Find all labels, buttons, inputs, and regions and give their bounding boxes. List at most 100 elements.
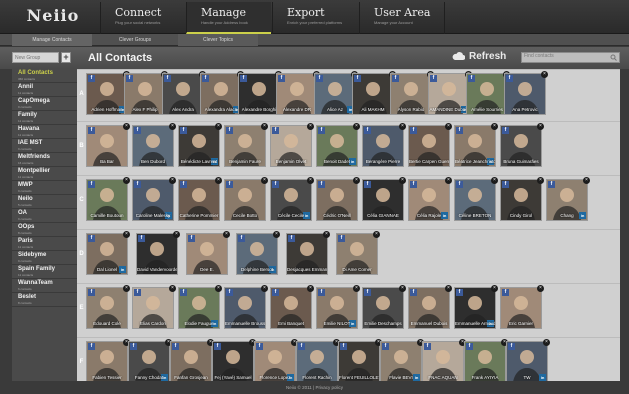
remove-contact-icon[interactable]: × — [273, 231, 280, 238]
tab-clever-groups[interactable]: Clever Groups — [95, 34, 175, 46]
contact-card[interactable]: f × Céline BRETON — [454, 177, 498, 221]
search-field[interactable]: Find contacts — [521, 52, 620, 63]
contact-card[interactable]: f × Edouard Cole — [86, 285, 130, 329]
contact-card[interactable]: fin×AMANDINE Dubois — [428, 71, 472, 115]
contact-card[interactable]: f × Frank AYIYIA — [464, 339, 508, 381]
sidebar-group-item[interactable]: CapOmega 9 contacts — [12, 97, 77, 111]
contact-card[interactable]: f in × Flavie BEVI — [380, 339, 424, 381]
contact-card[interactable]: f × Emilie Deschamps — [362, 285, 406, 329]
contact-card[interactable]: fin×Alexandra Alacn — [200, 71, 244, 115]
contact-card[interactable]: f × Florent Rachin — [296, 339, 340, 381]
refresh-button[interactable]: Refresh — [452, 51, 506, 65]
remove-contact-icon[interactable]: × — [445, 123, 452, 130]
contact-card[interactable]: f × Camille Boutoun — [86, 177, 130, 221]
contact-card[interactable]: f × Emi Banquet — [270, 285, 314, 329]
remove-contact-icon[interactable]: × — [353, 285, 360, 292]
contact-card[interactable]: f in × Emilie NILOT — [316, 285, 360, 329]
sidebar-group-item[interactable]: Spain Family 11 contacts — [12, 265, 77, 279]
sidebar-group-item[interactable]: Family 11 contacts — [12, 111, 77, 125]
remove-contact-icon[interactable]: × — [491, 285, 498, 292]
contact-card[interactable]: f in × Benoit Dadet — [316, 123, 360, 167]
remove-contact-icon[interactable]: × — [399, 177, 406, 184]
remove-contact-icon[interactable]: × — [123, 231, 130, 238]
contact-card[interactable]: f × Emmanuel Dubois — [408, 285, 452, 329]
tab-clever-topics[interactable]: Clever Topics — [178, 34, 258, 46]
nav-connect[interactable]: Connect Plug your social networks — [100, 2, 185, 34]
contact-card[interactable]: f × Elias Cardon — [132, 285, 176, 329]
sidebar-group-item[interactable]: Meltfriends 16 contacts — [12, 153, 77, 167]
contact-card[interactable]: f in × TW — [506, 339, 550, 381]
remove-contact-icon[interactable]: × — [491, 123, 498, 130]
contact-card[interactable]: f in × Célia Rajole — [408, 177, 452, 221]
contact-card[interactable]: f × Ben Dubord — [132, 123, 176, 167]
remove-contact-icon[interactable]: × — [399, 123, 406, 130]
contact-card[interactable]: f × Célia GIANNAE — [362, 177, 406, 221]
sidebar-group-item[interactable]: Havana 11 contacts — [12, 125, 77, 139]
contact-card[interactable]: fin×Adrien Hoffman — [86, 71, 130, 115]
remove-contact-icon[interactable]: × — [307, 285, 314, 292]
contact-card[interactable]: f × Benjamin Olvet — [270, 123, 314, 167]
contact-card[interactable]: fin×Alice Az — [314, 71, 358, 115]
remove-contact-icon[interactable]: × — [215, 177, 222, 184]
nav-manage[interactable]: Manage Handle your Address book — [186, 2, 271, 34]
add-group-button[interactable]: + — [61, 52, 71, 63]
contact-card[interactable]: f in × Caroline Malesky — [132, 177, 176, 221]
nav-user-area[interactable]: User Area Manage your Account — [359, 2, 445, 34]
contact-card[interactable]: f×Amélie Sourries — [466, 71, 510, 115]
sidebar-group-item[interactable]: All Contacts 360 contacts — [12, 69, 77, 83]
contact-card[interactable]: f × Bertie Carpen Guerra — [408, 123, 452, 167]
contact-card[interactable]: f × Emmanuelle Brousseau — [224, 285, 268, 329]
sidebar-group-item[interactable]: OOps 8 contacts — [12, 223, 77, 237]
sidebar-group-item[interactable]: Beslet 8 contacts — [12, 293, 77, 307]
contact-card[interactable]: f × Fanfan Grosjean — [170, 339, 214, 381]
contact-card[interactable]: f × Desjacques Emmanuel — [286, 231, 330, 275]
remove-contact-icon[interactable]: × — [307, 123, 314, 130]
contact-card[interactable]: f × Benjamin Faure — [224, 123, 268, 167]
remove-contact-icon[interactable]: × — [583, 177, 590, 184]
contact-card[interactable]: f × Fabien Tessier — [86, 339, 130, 381]
contact-card[interactable]: f×Alex Andra — [162, 71, 206, 115]
remove-contact-icon[interactable]: × — [169, 285, 176, 292]
contact-card[interactable]: f×Ali MAKHM — [352, 71, 396, 115]
contact-card[interactable]: f × Fej (Yavé) Samuel — [212, 339, 256, 381]
contact-card[interactable]: f×Alexandre Borghi — [238, 71, 282, 115]
remove-contact-icon[interactable]: × — [537, 177, 544, 184]
remove-contact-icon[interactable]: × — [169, 177, 176, 184]
sidebar-group-item[interactable]: IAE MST 9 contacts — [12, 139, 77, 153]
contact-card[interactable]: f in × Elodie Faugue — [178, 285, 222, 329]
remove-contact-icon[interactable]: × — [261, 285, 268, 292]
remove-contact-icon[interactable]: × — [215, 285, 222, 292]
remove-contact-icon[interactable]: × — [537, 123, 544, 130]
contact-card[interactable]: f × Cindy Girol — [500, 177, 544, 221]
remove-contact-icon[interactable]: × — [541, 71, 548, 78]
remove-contact-icon[interactable]: × — [543, 339, 550, 346]
remove-contact-icon[interactable]: × — [123, 285, 130, 292]
sidebar-group-item[interactable]: Montpellier 11 contacts — [12, 167, 77, 181]
contact-card[interactable]: f × Cecile Botto — [224, 177, 268, 221]
remove-contact-icon[interactable]: × — [173, 231, 180, 238]
sidebar-group-item[interactable]: Paris 11 contacts — [12, 237, 77, 251]
new-group-input[interactable] — [12, 52, 59, 63]
contact-card[interactable]: f × Berangère Pierre — [362, 123, 406, 167]
remove-contact-icon[interactable]: × — [261, 177, 268, 184]
contact-card[interactable]: f in × Chang — [546, 177, 590, 221]
contact-card[interactable]: f × Florent FEUILLOLEY — [338, 339, 382, 381]
contact-card[interactable]: f × Eric Garnier — [500, 285, 544, 329]
remove-contact-icon[interactable]: × — [123, 177, 130, 184]
contact-card[interactable]: f in × Fanny Chodat — [128, 339, 172, 381]
remove-contact-icon[interactable]: × — [399, 285, 406, 292]
sidebar-group-item[interactable]: OA 9 contacts — [12, 209, 77, 223]
contact-card[interactable]: f in × Bénédicte Lavrent — [178, 123, 222, 167]
contact-card[interactable]: f × Bruna Guimarães — [500, 123, 544, 167]
sidebar-group-item[interactable]: Annil 11 contacts — [12, 83, 77, 97]
contact-card[interactable]: f × David Vandervoorde Gamez — [136, 231, 180, 275]
remove-contact-icon[interactable]: × — [445, 285, 452, 292]
sidebar-group-item[interactable]: WannaTeam 6 contacts — [12, 279, 77, 293]
remove-contact-icon[interactable]: × — [373, 231, 380, 238]
remove-contact-icon[interactable]: × — [323, 231, 330, 238]
contact-card[interactable]: fin×Béatrice Jeanchristophe — [454, 123, 498, 167]
contact-card[interactable]: f in × Florence Lopez — [254, 339, 298, 381]
remove-contact-icon[interactable]: × — [123, 123, 130, 130]
remove-contact-icon[interactable]: × — [215, 123, 222, 130]
contact-card[interactable]: f × Ba Bar — [86, 123, 130, 167]
